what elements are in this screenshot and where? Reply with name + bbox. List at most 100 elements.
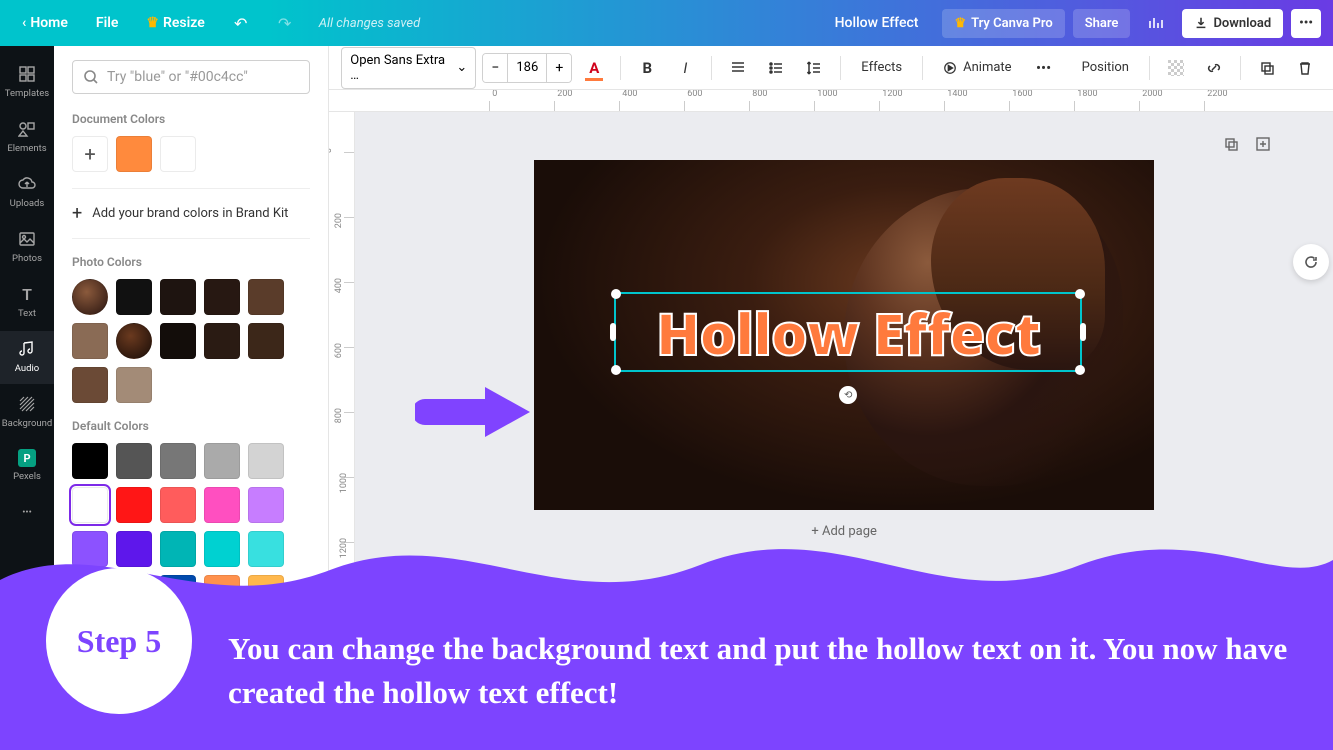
- color-swatch[interactable]: [160, 279, 196, 315]
- color-swatch[interactable]: [116, 136, 152, 172]
- design-canvas[interactable]: Hollow Effect ⟲: [534, 160, 1154, 510]
- color-swatch[interactable]: [72, 531, 108, 567]
- color-swatch[interactable]: [248, 487, 284, 523]
- font-size-plus[interactable]: +: [547, 54, 571, 82]
- color-swatch[interactable]: [204, 531, 240, 567]
- templates-icon: [17, 64, 37, 84]
- transparency-button[interactable]: [1160, 52, 1192, 84]
- photo-colors-label: Photo Colors: [72, 255, 310, 269]
- color-swatch[interactable]: [116, 279, 152, 315]
- doc-colors-label: Document Colors: [72, 112, 310, 126]
- color-search[interactable]: [72, 60, 310, 94]
- delete-button[interactable]: [1289, 52, 1321, 84]
- color-swatch[interactable]: [116, 443, 152, 479]
- redo-button[interactable]: ↷: [267, 5, 303, 41]
- undo-button[interactable]: ↶: [223, 5, 259, 41]
- color-swatch[interactable]: [160, 136, 196, 172]
- color-swatch[interactable]: [116, 367, 152, 403]
- color-swatch[interactable]: [116, 487, 152, 523]
- resize-handle[interactable]: [610, 323, 616, 341]
- color-swatch[interactable]: [160, 531, 196, 567]
- color-swatch[interactable]: [72, 367, 108, 403]
- sidebar-item-background[interactable]: Background: [0, 386, 54, 439]
- color-swatch[interactable]: [72, 443, 108, 479]
- add-page-icon[interactable]: [1253, 134, 1273, 154]
- text-selection-box[interactable]: Hollow Effect ⟲: [614, 292, 1082, 372]
- bold-button[interactable]: B: [631, 52, 663, 84]
- search-icon: [83, 69, 99, 85]
- photo-thumb[interactable]: [116, 323, 152, 359]
- sidebar-item-more[interactable]: •••: [0, 494, 54, 532]
- photo-colors-row: [72, 279, 310, 403]
- share-button[interactable]: Share: [1073, 9, 1131, 38]
- more-options[interactable]: •••: [1028, 52, 1060, 84]
- color-swatch[interactable]: [160, 487, 196, 523]
- color-swatch[interactable]: [160, 575, 196, 611]
- color-search-input[interactable]: [107, 69, 299, 85]
- rotate-handle[interactable]: ⟲: [839, 386, 857, 404]
- stage[interactable]: Hollow Effect ⟲ + Add page: [355, 112, 1333, 750]
- chevron-down-icon: ⌄: [456, 60, 467, 75]
- color-swatch[interactable]: [116, 531, 152, 567]
- audio-icon: [17, 339, 37, 359]
- default-colors-row: [72, 443, 310, 655]
- sidebar-item-elements[interactable]: Elements: [0, 111, 54, 164]
- download-button[interactable]: Download: [1182, 9, 1283, 38]
- animate-button[interactable]: Animate: [933, 54, 1021, 81]
- color-swatch[interactable]: [248, 279, 284, 315]
- align-button[interactable]: [722, 52, 754, 84]
- color-swatch[interactable]: [160, 443, 196, 479]
- color-swatch[interactable]: [72, 323, 108, 359]
- resize-handle[interactable]: [611, 289, 621, 299]
- color-swatch[interactable]: [72, 487, 108, 523]
- font-size-input[interactable]: [507, 54, 547, 82]
- add-page-button[interactable]: + Add page: [405, 510, 1283, 539]
- sidebar-item-photos[interactable]: Photos: [0, 221, 54, 274]
- document-title[interactable]: Hollow Effect: [835, 15, 919, 31]
- resize-handle[interactable]: [1080, 323, 1086, 341]
- try-pro-button[interactable]: ♛Try Canva Pro: [942, 9, 1064, 38]
- italic-button[interactable]: I: [669, 52, 701, 84]
- photo-thumb[interactable]: [72, 279, 108, 315]
- font-size-minus[interactable]: −: [483, 54, 507, 82]
- add-color-swatch[interactable]: [72, 136, 108, 172]
- color-swatch[interactable]: [204, 443, 240, 479]
- uploads-icon: [17, 174, 37, 194]
- font-dropdown[interactable]: Open Sans Extra …⌄: [341, 47, 476, 89]
- photos-icon: [17, 229, 37, 249]
- color-swatch[interactable]: [160, 323, 196, 359]
- resize-button[interactable]: ♛Resize: [136, 9, 214, 37]
- color-swatch[interactable]: [72, 575, 108, 611]
- sidebar-item-templates[interactable]: Templates: [0, 56, 54, 109]
- insights-icon[interactable]: [1138, 5, 1174, 41]
- back-button[interactable]: ‹Home: [12, 9, 78, 37]
- sidebar-item-text[interactable]: TText: [0, 276, 54, 329]
- color-swatch[interactable]: [248, 443, 284, 479]
- color-swatch[interactable]: [204, 487, 240, 523]
- position-button[interactable]: Position: [1072, 54, 1139, 81]
- color-swatch[interactable]: [248, 323, 284, 359]
- refresh-button[interactable]: [1293, 244, 1329, 280]
- spacing-button[interactable]: [798, 52, 830, 84]
- sidebar-item-audio[interactable]: Audio: [0, 331, 54, 384]
- effects-button[interactable]: Effects: [851, 54, 912, 81]
- color-swatch[interactable]: [248, 531, 284, 567]
- color-swatch[interactable]: [204, 575, 240, 611]
- more-menu[interactable]: •••: [1291, 9, 1321, 38]
- page-actions: [1221, 134, 1273, 154]
- list-button[interactable]: [760, 52, 792, 84]
- link-button[interactable]: [1198, 52, 1230, 84]
- brand-kit-link[interactable]: + Add your brand colors in Brand Kit: [72, 188, 310, 239]
- hollow-text[interactable]: Hollow Effect: [656, 293, 1040, 372]
- sidebar-item-uploads[interactable]: Uploads: [0, 166, 54, 219]
- duplicate-button[interactable]: [1251, 52, 1283, 84]
- sidebar-item-pexels[interactable]: PPexels: [0, 441, 54, 492]
- color-swatch[interactable]: [116, 575, 152, 611]
- color-swatch[interactable]: [204, 323, 240, 359]
- color-swatch[interactable]: [72, 619, 108, 655]
- color-swatch[interactable]: [204, 279, 240, 315]
- text-color-button[interactable]: A: [578, 52, 610, 84]
- color-swatch[interactable]: [248, 575, 284, 611]
- file-menu[interactable]: File: [86, 9, 129, 37]
- duplicate-page-icon[interactable]: [1221, 134, 1241, 154]
